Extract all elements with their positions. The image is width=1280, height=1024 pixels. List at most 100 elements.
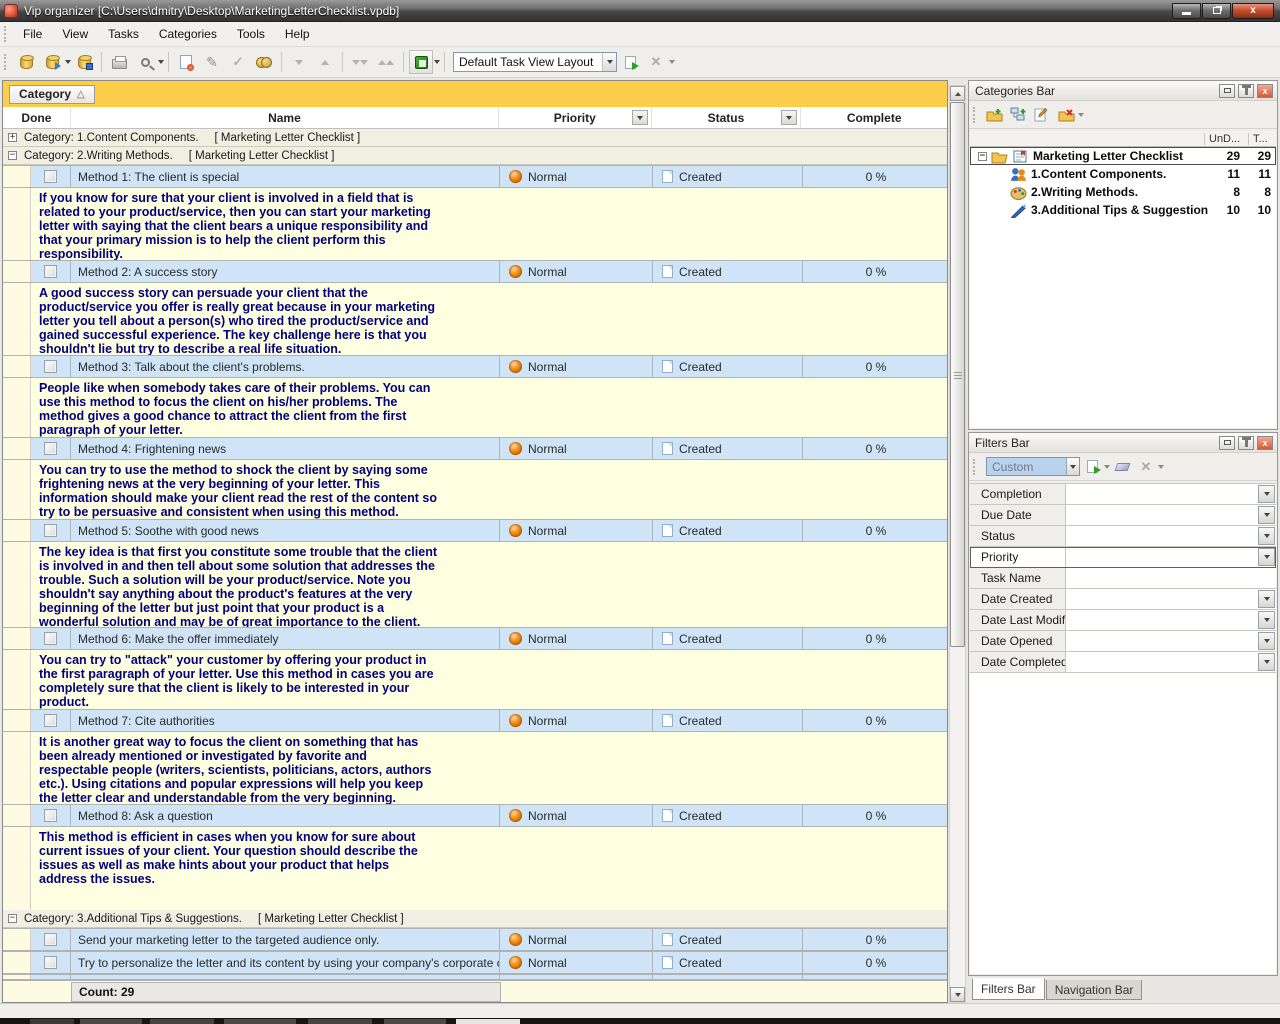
filter-value-field[interactable] — [1066, 568, 1276, 588]
print-preview-dropdown[interactable] — [158, 60, 164, 64]
task-row[interactable]: Method 5: Soothe with good news Normal C… — [3, 519, 947, 542]
add-subcategory-button[interactable] — [1006, 104, 1030, 126]
done-checkbox[interactable] — [44, 524, 57, 537]
apply-layout-button[interactable] — [618, 50, 642, 74]
menu-help[interactable]: Help — [275, 24, 320, 44]
task-row[interactable]: Method 4: Frightening news Normal Create… — [3, 437, 947, 460]
done-checkbox[interactable] — [44, 956, 57, 969]
filter-value-dropdown[interactable] — [1258, 611, 1275, 629]
panel-pin-button[interactable] — [1238, 84, 1254, 98]
filter-row[interactable]: Date Created — [970, 589, 1276, 610]
task-row[interactable]: Try to personalize the letter and its co… — [3, 951, 947, 974]
filter-row[interactable]: Due Date — [970, 505, 1276, 526]
filter-preset-arrow[interactable] — [1066, 458, 1079, 475]
tree-row-root[interactable]: − Marketing Letter Checklist 29 29 — [970, 147, 1276, 165]
category-group-row[interactable]: + Category: 1.Content Components. [ Mark… — [3, 129, 947, 147]
panel-minimize-button[interactable] — [1219, 436, 1235, 450]
filter-value-field[interactable] — [1066, 547, 1258, 567]
panel-pin-button[interactable] — [1238, 436, 1254, 450]
category-group-row[interactable]: − Category: 2.Writing Methods. [ Marketi… — [3, 147, 947, 165]
delete-category-button[interactable] — [1054, 104, 1078, 126]
done-checkbox[interactable] — [44, 360, 57, 373]
column-header-done[interactable]: Done — [3, 107, 71, 128]
menu-tools[interactable]: Tools — [227, 24, 275, 44]
column-header-priority[interactable]: Priority — [499, 107, 652, 128]
status-filter-button[interactable] — [781, 110, 797, 125]
add-category-button[interactable] — [982, 104, 1006, 126]
done-checkbox[interactable] — [44, 170, 57, 183]
filter-value-dropdown[interactable] — [1258, 506, 1275, 524]
filter-row[interactable]: Task Name — [970, 568, 1276, 589]
priority-filter-button[interactable] — [632, 110, 648, 125]
expand-icon[interactable]: + — [8, 133, 17, 142]
group-by-category-button[interactable]: Category △ — [9, 85, 95, 104]
move-down-button[interactable] — [287, 50, 311, 74]
filters-toolbar-overflow[interactable] — [1158, 465, 1164, 469]
task-view-button[interactable] — [409, 50, 433, 74]
vertical-scrollbar[interactable] — [949, 85, 966, 1003]
filter-row[interactable]: Date Completed — [970, 652, 1276, 673]
filter-value-dropdown[interactable] — [1258, 485, 1275, 503]
new-task-button[interactable] — [174, 50, 198, 74]
done-checkbox[interactable] — [44, 442, 57, 455]
tree-row-category[interactable]: 1.Content Components. 11 11 — [970, 165, 1276, 183]
tree-row-category[interactable]: 2.Writing Methods. 8 8 — [970, 183, 1276, 201]
open-database-button[interactable] — [40, 50, 64, 74]
panel-minimize-button[interactable] — [1219, 84, 1235, 98]
task-row[interactable]: Method 1: The client is special Normal C… — [3, 165, 947, 188]
collapse-icon[interactable]: − — [978, 152, 987, 161]
filter-value-dropdown[interactable] — [1258, 653, 1275, 671]
filter-value-dropdown[interactable] — [1258, 632, 1275, 650]
edit-task-button[interactable]: ✎ — [200, 50, 224, 74]
filter-row[interactable]: Status — [970, 526, 1276, 547]
layout-combobox-arrow[interactable] — [602, 53, 616, 71]
filter-value-field[interactable] — [1066, 652, 1258, 672]
filter-value-dropdown[interactable] — [1258, 527, 1275, 545]
complete-task-button[interactable]: ✓ — [226, 50, 250, 74]
delete-filter-button[interactable]: ✕ — [1134, 456, 1158, 478]
move-top-button[interactable] — [374, 50, 398, 74]
filter-value-field[interactable] — [1066, 484, 1258, 504]
panel-close-button[interactable]: x — [1257, 84, 1273, 98]
save-database-button[interactable] — [72, 50, 96, 74]
filter-preset-combobox[interactable]: Custom — [986, 457, 1080, 476]
scrollbar-thumb[interactable] — [950, 102, 965, 647]
tree-column-total[interactable]: T... — [1248, 133, 1276, 145]
filter-value-field[interactable] — [1066, 631, 1258, 651]
collapse-icon[interactable]: − — [8, 914, 17, 923]
toolbar-overflow-dropdown[interactable] — [669, 60, 675, 64]
print-preview-button[interactable] — [133, 50, 157, 74]
category-group-row[interactable]: − Category: 3.Additional Tips & Suggesti… — [3, 910, 947, 928]
filter-value-field[interactable] — [1066, 589, 1258, 609]
menu-categories[interactable]: Categories — [149, 24, 227, 44]
filter-row[interactable]: Completion — [970, 484, 1276, 505]
done-checkbox[interactable] — [44, 933, 57, 946]
tab-navigation-bar[interactable]: Navigation Bar — [1046, 980, 1143, 1000]
task-row[interactable]: Send your marketing letter to the target… — [3, 928, 947, 951]
column-header-complete[interactable]: Complete — [801, 107, 947, 128]
column-header-name[interactable]: Name — [71, 107, 499, 128]
done-checkbox[interactable] — [44, 265, 57, 278]
print-button[interactable] — [107, 50, 131, 74]
filter-value-field[interactable] — [1066, 526, 1258, 546]
filter-value-field[interactable] — [1066, 505, 1258, 525]
delete-layout-button[interactable]: ✕ — [644, 50, 668, 74]
new-database-button[interactable] — [14, 50, 38, 74]
categories-toolbar-overflow[interactable] — [1078, 113, 1084, 117]
restore-button[interactable] — [1202, 3, 1231, 19]
scroll-up-button[interactable] — [950, 86, 965, 101]
collapse-icon[interactable]: − — [8, 151, 17, 160]
done-checkbox[interactable] — [44, 632, 57, 645]
filter-value-dropdown[interactable] — [1258, 590, 1275, 608]
edit-category-button[interactable] — [1030, 104, 1054, 126]
task-view-dropdown[interactable] — [434, 60, 440, 64]
done-checkbox[interactable] — [44, 809, 57, 822]
task-row[interactable]: Method 8: Ask a question Normal Created … — [3, 804, 947, 827]
open-database-dropdown[interactable] — [65, 60, 71, 64]
filter-value-field[interactable] — [1066, 610, 1258, 630]
task-row[interactable]: Method 2: A success story Normal Created… — [3, 260, 947, 283]
tree-row-category[interactable]: 3.Additional Tips & Suggestions 10 10 — [970, 201, 1276, 219]
find-button[interactable] — [252, 50, 276, 74]
filter-row[interactable]: Date Opened — [970, 631, 1276, 652]
task-row[interactable]: Method 3: Talk about the client's proble… — [3, 355, 947, 378]
